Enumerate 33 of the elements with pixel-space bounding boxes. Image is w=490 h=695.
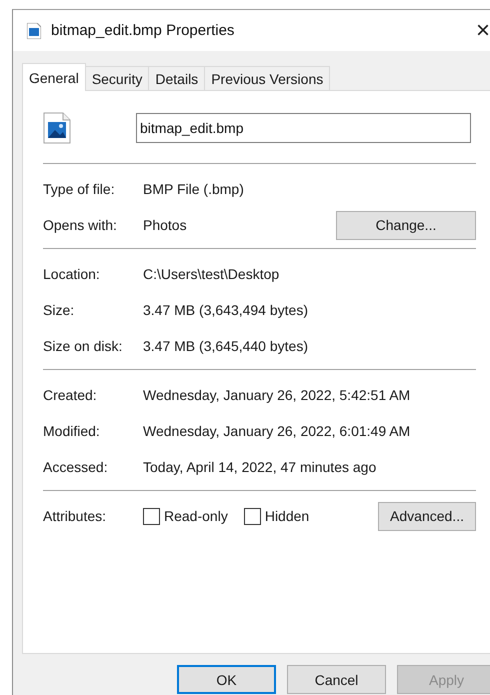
checkbox[interactable] — [143, 508, 160, 524]
property-value: Wednesday, January 26, 2022, 6:01:49 AM — [143, 423, 412, 439]
advanced-button[interactable]: Advanced... — [378, 502, 476, 530]
property-label: Modified: — [43, 423, 101, 439]
checkbox-label: Read-only — [164, 508, 228, 524]
tab[interactable]: General — [22, 63, 86, 91]
property-label: Size: — [43, 302, 76, 318]
property-label: Accessed: — [43, 459, 109, 475]
tab[interactable]: Previous Versions — [204, 66, 330, 90]
property-label: Type of file: — [43, 181, 116, 197]
image-file-icon — [27, 22, 41, 38]
property-value: Photos — [143, 217, 188, 233]
image-file-icon — [43, 112, 71, 144]
close-button[interactable]: × — [476, 18, 490, 42]
attributes-label: Attributes: — [43, 508, 108, 524]
property-value: 3.47 MB (3,643,494 bytes) — [143, 302, 309, 318]
dialog-button[interactable]: OK — [177, 665, 276, 694]
checkbox[interactable] — [244, 508, 261, 524]
property-value: C:\Users\test\Desktop — [143, 266, 280, 282]
change-button[interactable]: Change... — [336, 210, 476, 240]
window-title: bitmap_edit.bmp Properties — [51, 22, 236, 39]
property-label: Opens with: — [43, 217, 118, 233]
checkbox-label: Hidden — [264, 508, 310, 524]
file-name-field[interactable]: bitmap_edit.bmp — [136, 113, 471, 143]
property-value: Wednesday, January 26, 2022, 5:42:51 AM — [143, 387, 412, 403]
property-label: Location: — [43, 266, 101, 282]
property-value: 3.47 MB (3,645,440 bytes) — [143, 338, 309, 354]
property-label: Size on disk: — [43, 338, 124, 354]
dialog-button[interactable]: Cancel — [287, 665, 386, 694]
property-label: Created: — [43, 387, 98, 403]
property-value: BMP File (.bmp) — [143, 181, 245, 197]
property-value: Today, April 14, 2022, 47 minutes ago — [143, 459, 378, 475]
tab[interactable]: Security — [84, 66, 150, 90]
